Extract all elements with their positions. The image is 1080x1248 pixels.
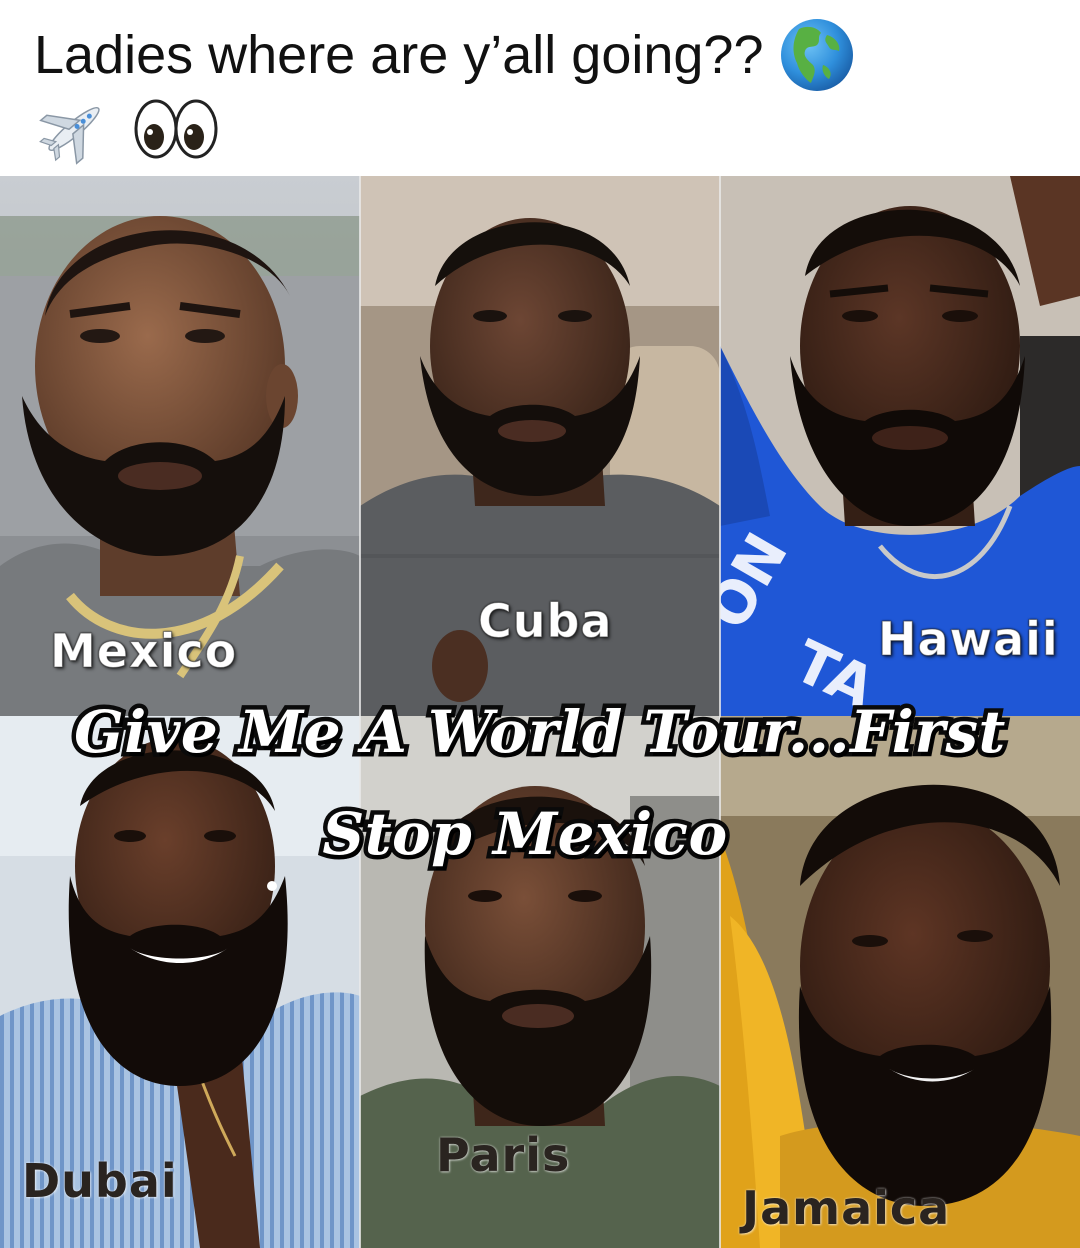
globe-emoji-icon — [777, 15, 857, 95]
tile-label-hawaii: Hawaii — [878, 612, 1059, 667]
caption-line-1: Ladies where are y’all going?? — [34, 19, 857, 91]
overlay-title-line-1: Give Me A World Tour...First — [70, 694, 1010, 771]
airplane-emoji-icon — [34, 93, 114, 170]
post-caption: Ladies where are y’all going?? — [0, 0, 1080, 176]
tile-label-jamaica: Jamaica — [742, 1181, 951, 1235]
caption-line-2 — [34, 92, 218, 170]
tile-label-mexico: Mexico — [49, 624, 238, 679]
photo-tile-mexico: Mexico — [0, 176, 360, 716]
tile-label-cuba: Cuba — [477, 594, 613, 649]
eyes-emoji-icon — [134, 97, 218, 166]
caption-text: Ladies where are y’all going?? — [34, 25, 764, 85]
photo-tile-hawaii: ON TA Hawaii — [720, 176, 1080, 716]
tile-label-dubai: Dubai — [22, 1154, 178, 1208]
tile-label-paris: Paris — [436, 1128, 571, 1182]
photo-tile-cuba: Cuba — [360, 176, 720, 716]
overlay-title: Give Me A World Tour...First Stop Mexico — [0, 678, 1080, 888]
overlay-title-line-2: Stop Mexico — [318, 796, 732, 873]
